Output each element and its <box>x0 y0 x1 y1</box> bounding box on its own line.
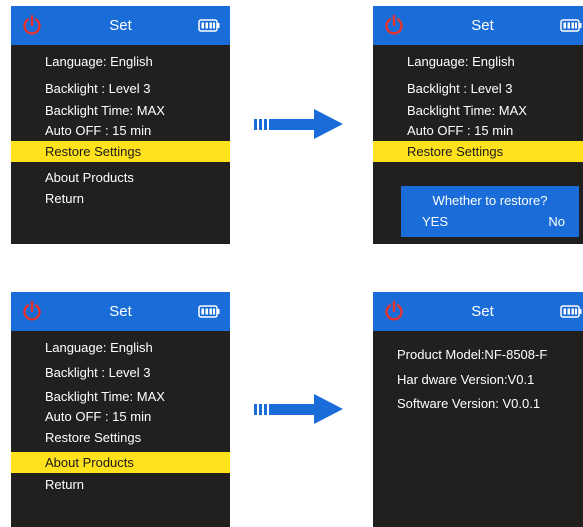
menu-item-label: Backlight : Level 3 <box>407 81 513 96</box>
menu-item-about-products[interactable]: About Products <box>11 167 230 188</box>
menu-item-return[interactable]: Return <box>11 188 230 209</box>
menu-item-label: Auto OFF : 15 min <box>45 123 152 138</box>
menu-item-restore-settings[interactable]: Restore Settings <box>11 141 230 162</box>
menu-item-language[interactable]: Language: English <box>373 51 583 72</box>
header-bar: Set <box>11 292 230 331</box>
menu-item-backlight-time[interactable]: Backlight Time: MAX <box>373 100 583 121</box>
menu-item-label: Backlight Time: MAX <box>407 103 527 118</box>
menu-item-backlight[interactable]: Backlight : Level 3 <box>11 362 230 383</box>
hardware-version-text: Har dware Version:V0.1 <box>397 372 535 387</box>
screen-menu-about: Set Language: English Backlight : Level … <box>11 292 230 527</box>
no-button[interactable]: No <box>548 214 565 229</box>
right-arrow-icon <box>254 109 343 139</box>
menu-item-label: Restore Settings <box>45 430 142 445</box>
dialog-question: Whether to restore? <box>432 193 548 208</box>
yes-button[interactable]: YES <box>422 214 448 229</box>
menu-item-label: Return <box>45 477 85 492</box>
menu-item-backlight-time[interactable]: Backlight Time: MAX <box>11 100 230 121</box>
menu-item-label: Backlight Time: MAX <box>45 389 165 404</box>
software-version-text: Software Version: V0.0.1 <box>397 396 541 411</box>
menu-item-restore-settings[interactable]: Restore Settings <box>373 141 583 162</box>
menu-item-label: Auto OFF : 15 min <box>407 123 514 138</box>
page-title: Set <box>471 17 494 34</box>
menu-item-label: Backlight : Level 3 <box>45 365 151 380</box>
menu-item-label: About Products <box>45 170 134 185</box>
menu-item-return[interactable]: Return <box>11 474 230 495</box>
menu-item-label: Return <box>45 191 85 206</box>
product-model-text: Product Model:NF-8508-F <box>397 347 548 362</box>
menu-item-label: Auto OFF : 15 min <box>45 409 152 424</box>
page-title: Set <box>471 303 494 320</box>
menu-item-label: Restore Settings <box>45 144 142 159</box>
screen-about-products: Set Product Model:NF-8508-F Har dware Ve… <box>373 292 583 527</box>
menu-item-label: Language: English <box>407 54 515 69</box>
menu-item-label: Language: English <box>45 54 153 69</box>
battery-icon <box>198 305 220 318</box>
menu-item-auto-off[interactable]: Auto OFF : 15 min <box>373 120 583 141</box>
menu-item-about-products[interactable]: About Products <box>11 452 230 473</box>
battery-icon <box>560 19 582 32</box>
header-bar: Set <box>11 6 230 45</box>
battery-icon <box>198 19 220 32</box>
menu-item-label: About Products <box>45 455 134 470</box>
menu-item-label: Backlight Time: MAX <box>45 103 165 118</box>
menu-item-backlight[interactable]: Backlight : Level 3 <box>373 78 583 99</box>
menu-item-language[interactable]: Language: English <box>11 337 230 358</box>
menu-item-restore-settings[interactable]: Restore Settings <box>11 427 230 448</box>
menu-item-backlight-time[interactable]: Backlight Time: MAX <box>11 386 230 407</box>
menu-item-backlight[interactable]: Backlight : Level 3 <box>11 78 230 99</box>
restore-confirm-dialog: Whether to restore? YES No <box>401 186 579 237</box>
header-bar: Set <box>373 292 583 331</box>
menu-item-label: Language: English <box>45 340 153 355</box>
menu-item-auto-off[interactable]: Auto OFF : 15 min <box>11 406 230 427</box>
right-arrow-icon <box>254 394 343 424</box>
header-bar: Set <box>373 6 583 45</box>
battery-icon <box>560 305 582 318</box>
menu-item-label: Backlight : Level 3 <box>45 81 151 96</box>
screen-menu-restore: Set Language: English Backlight : Level … <box>11 6 230 244</box>
screen-restore-dialog: Set Language: English Backlight : Level … <box>373 6 583 244</box>
menu-item-label: Restore Settings <box>407 144 504 159</box>
menu-item-language[interactable]: Language: English <box>11 51 230 72</box>
menu-item-auto-off[interactable]: Auto OFF : 15 min <box>11 120 230 141</box>
